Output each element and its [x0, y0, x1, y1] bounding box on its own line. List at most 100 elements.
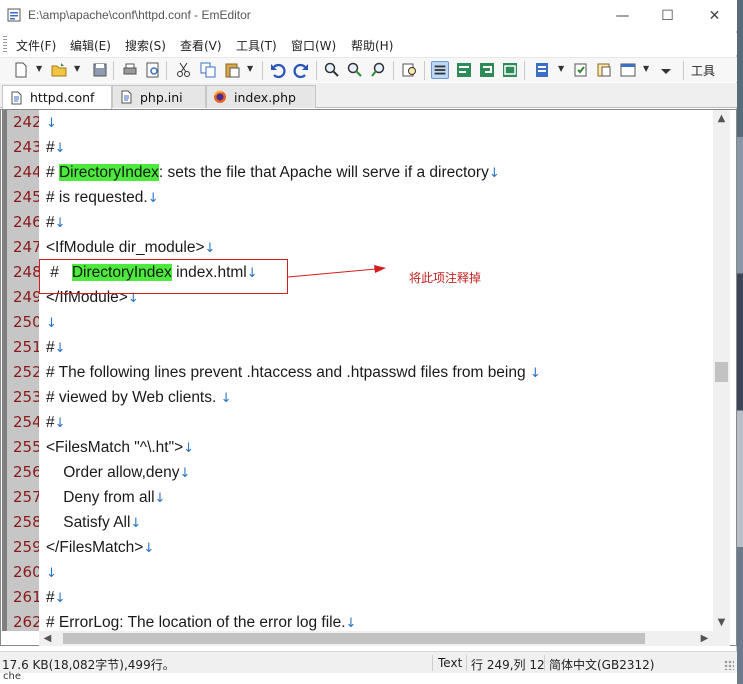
find-icon[interactable]	[323, 61, 341, 79]
code-text: Order allow,deny	[46, 464, 180, 481]
redo-icon[interactable]	[292, 61, 310, 79]
code-line[interactable]: <FilesMatch "^\.ht">↓	[46, 435, 194, 460]
wrap-window-icon[interactable]	[455, 61, 473, 79]
code-line[interactable]: Satisfy All↓	[46, 510, 141, 535]
find-in-files-icon[interactable]	[401, 61, 419, 79]
code-line[interactable]: ↓	[46, 310, 57, 335]
code-line[interactable]: ↓	[46, 560, 57, 585]
editor-pane[interactable]: 242 243 244 245 246 247 248 249 250 251 252 253 254 2…	[0, 109, 737, 646]
properties-icon[interactable]	[595, 61, 613, 79]
background-taskbar-strip: che	[0, 671, 737, 684]
code-line[interactable]: # ErrorLog: The location of the error lo…	[46, 610, 356, 631]
code-text: #	[46, 589, 55, 606]
code-text: index.html	[171, 264, 247, 281]
toolbar-more-icon[interactable]	[657, 61, 675, 79]
open-folder-icon[interactable]	[50, 61, 68, 79]
tab-label: httpd.conf	[30, 90, 95, 105]
code-line[interactable]: #↓	[46, 135, 66, 160]
code-line[interactable]: #↓	[46, 585, 66, 610]
code-line[interactable]: </FilesMatch>↓	[46, 535, 154, 560]
code-line[interactable]: #↓	[46, 210, 66, 235]
new-file-icon[interactable]	[12, 61, 30, 79]
wrap-page-icon[interactable]	[478, 61, 496, 79]
line-number: 251	[7, 335, 39, 360]
menu-search[interactable]: 搜索(S)	[125, 37, 166, 54]
scroll-up-icon[interactable]: ▲	[713, 110, 730, 127]
line-break-icon: ↓	[54, 591, 66, 606]
copy-icon[interactable]	[199, 61, 217, 79]
tab-httpd-conf[interactable]: httpd.conf	[2, 85, 112, 109]
tab-php-ini[interactable]: php.ini	[112, 85, 206, 108]
code-line[interactable]: ↓	[46, 110, 57, 135]
menu-help[interactable]: 帮助(H)	[351, 37, 393, 54]
status-separator	[544, 655, 545, 671]
resize-grip[interactable]	[724, 660, 734, 670]
scroll-right-icon[interactable]: ▶	[696, 631, 713, 646]
horizontal-scroll-thumb[interactable]	[63, 633, 645, 644]
customize-icon[interactable]	[572, 61, 590, 79]
undo-icon[interactable]	[269, 61, 287, 79]
status-cursor-position[interactable]: 行 249,列 12	[471, 656, 545, 673]
menu-window[interactable]: 窗口(W)	[291, 37, 336, 54]
line-number: 250	[7, 310, 39, 335]
code-text: #	[46, 139, 55, 156]
paste-icon[interactable]	[223, 61, 241, 79]
cut-icon[interactable]	[175, 61, 193, 79]
line-number: 243	[7, 135, 39, 160]
background-text: che	[3, 671, 21, 682]
code-line[interactable]: </IfModule>↓	[46, 285, 139, 310]
code-line[interactable]: #↓	[46, 410, 66, 435]
tab-index-php[interactable]: index.php	[206, 85, 316, 108]
code-line[interactable]: # The following lines prevent .htaccess …	[46, 360, 541, 385]
macro-icon[interactable]	[619, 61, 637, 79]
wrap-column-icon[interactable]	[501, 61, 519, 79]
code-text: </FilesMatch>	[46, 539, 144, 556]
menu-tools[interactable]: 工具(T)	[236, 37, 277, 54]
code-line[interactable]: # is requested.↓	[46, 185, 159, 210]
menu-file[interactable]: 文件(F)	[16, 37, 56, 54]
print-icon[interactable]	[121, 61, 139, 79]
code-line[interactable]: # DirectoryIndex index.html↓	[46, 260, 258, 285]
print-preview-icon[interactable]	[144, 61, 162, 79]
line-break-icon: ↓	[183, 441, 195, 456]
code-text: # The following lines prevent .htaccess …	[46, 364, 530, 381]
code-line[interactable]: <IfModule dir_module>↓	[46, 235, 215, 260]
menubar-grip[interactable]	[3, 36, 7, 52]
status-separator	[432, 655, 433, 671]
close-button[interactable]: ✕	[692, 0, 737, 31]
menu-edit[interactable]: 编辑(E)	[70, 37, 111, 54]
scroll-down-icon[interactable]: ▼	[713, 614, 730, 631]
line-number: 256	[7, 460, 39, 485]
configuration-icon[interactable]	[533, 61, 551, 79]
code-line[interactable]: # viewed by Web clients. ↓	[46, 385, 232, 410]
code-line[interactable]: #↓	[46, 335, 66, 360]
maximize-button[interactable]: ☐	[645, 0, 690, 31]
vertical-scroll-thumb[interactable]	[715, 362, 728, 382]
find-next-icon[interactable]	[346, 61, 364, 79]
status-encoding[interactable]: 简体中文(GB2312)	[549, 656, 654, 673]
code-line[interactable]: Order allow,deny↓	[46, 460, 190, 485]
new-dropdown-icon[interactable]: ▼	[36, 65, 44, 73]
vertical-scrollbar[interactable]: ▲ ▼	[713, 110, 730, 631]
line-number: 254	[7, 410, 39, 435]
minimize-button[interactable]: —	[600, 0, 645, 31]
text-area[interactable]: ↓ #↓ # DirectoryIndex: sets the file that …	[39, 110, 713, 631]
find-previous-icon[interactable]	[370, 61, 388, 79]
menu-view[interactable]: 查看(V)	[180, 37, 222, 54]
firefox-icon	[214, 90, 226, 103]
code-text: Deny from all	[46, 489, 155, 506]
macro-dropdown-icon[interactable]: ▼	[643, 65, 651, 73]
wrap-none-icon[interactable]	[431, 61, 449, 79]
configuration-dropdown-icon[interactable]: ▼	[558, 65, 566, 73]
code-line[interactable]: # DirectoryIndex: sets the file that Apa…	[46, 160, 500, 185]
scroll-left-icon[interactable]: ◀	[39, 631, 56, 646]
code-line[interactable]: Deny from all↓	[46, 485, 165, 510]
tools-toolbar-label[interactable]: 工具	[691, 62, 715, 79]
open-dropdown-icon[interactable]: ▼	[74, 65, 82, 73]
line-number: 242	[7, 110, 39, 135]
close-icon: ✕	[708, 7, 721, 24]
horizontal-scrollbar[interactable]: ◀ ▶	[39, 631, 713, 646]
paste-dropdown-icon[interactable]: ▼	[247, 65, 255, 73]
save-icon[interactable]	[91, 61, 109, 79]
status-mode[interactable]: Text	[438, 656, 462, 670]
